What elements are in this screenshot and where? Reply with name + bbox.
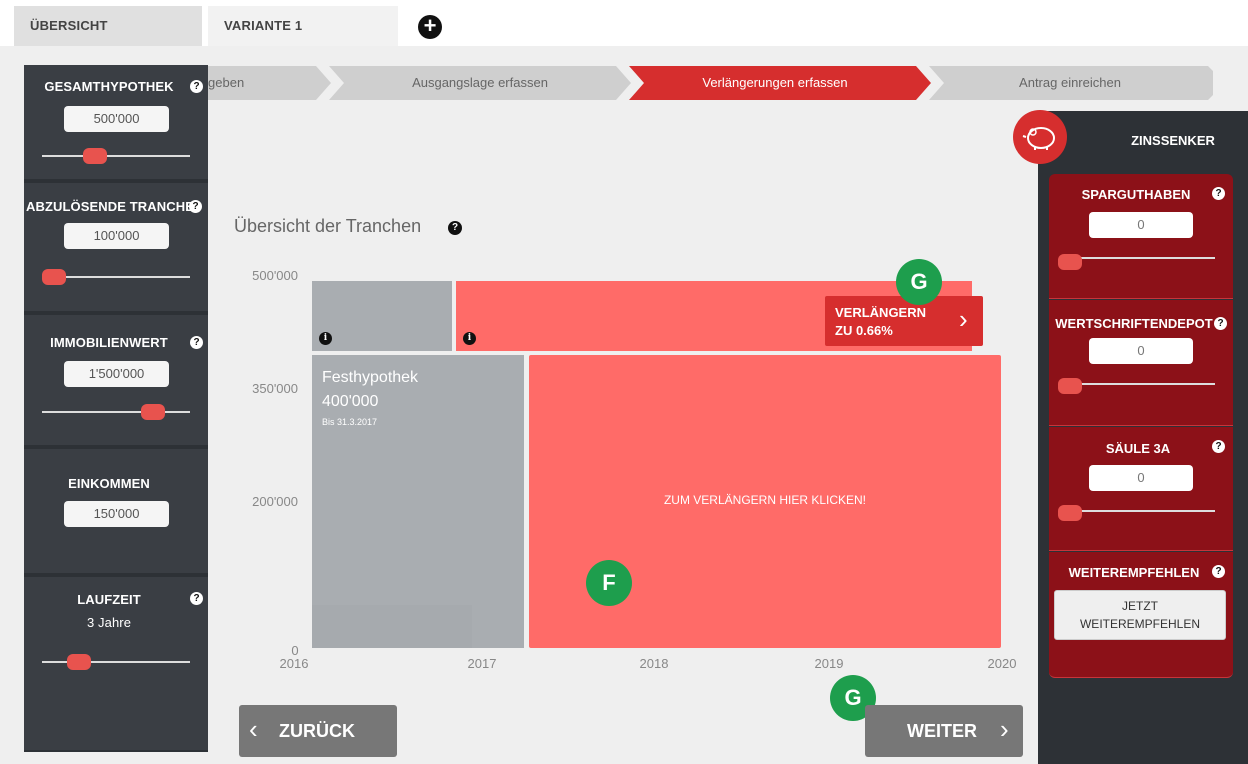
tranche-until: Bis 31.3.2017: [322, 417, 378, 427]
help-icon[interactable]: ?: [1212, 187, 1225, 200]
immobilienwert-box: IMMOBILIENWERT ? 1'500'000: [24, 315, 208, 445]
weiterempfehlen-box: WEITEREMPFEHLEN ? JETZT WEITEREMPFEHLEN: [1049, 552, 1233, 678]
chart-title: Übersicht der Tranchen: [234, 216, 422, 236]
abzuloesende-box: ABZULÖSENDE TRANCHE ? 100'000: [24, 183, 208, 311]
help-icon[interactable]: ?: [1212, 565, 1225, 578]
x-tick-label: 2019: [814, 656, 844, 671]
einkommen-label: EINKOMMEN: [68, 476, 150, 491]
laufzeit-slider-track[interactable]: [42, 661, 190, 663]
laufzeit-box: LAUFZEIT ? 3 Jahre: [24, 577, 208, 750]
saeule-slider-track[interactable]: [1063, 510, 1215, 512]
gesamthypothek-slider-handle[interactable]: [82, 148, 107, 164]
wertschriften-box: WERTSCHRIFTENDEPOT ? 0: [1049, 300, 1233, 426]
sparguthaben-box: SPARGUTHABEN ? 0: [1049, 174, 1233, 299]
sparguthaben-slider-handle[interactable]: [1058, 254, 1082, 270]
abzuloesende-slider-handle[interactable]: [42, 269, 66, 285]
laufzeit-slider-handle[interactable]: [66, 654, 91, 670]
x-tick-label: 2017: [467, 656, 497, 671]
gesamthypothek-slider-track[interactable]: [42, 155, 190, 157]
step-ausgangslage[interactable]: Ausgangslage erfassen: [345, 66, 615, 100]
immobilienwert-slider-track[interactable]: [42, 411, 190, 413]
help-icon[interactable]: ?: [1212, 440, 1225, 453]
help-icon[interactable]: ?: [190, 80, 203, 93]
wertschriften-input[interactable]: 0: [1089, 338, 1193, 364]
add-tab-icon[interactable]: +: [418, 15, 442, 39]
tranche-shade: [312, 605, 472, 648]
x-tick-label: 2016: [279, 656, 309, 671]
zinssenker-title: ZINSSENKER: [1131, 133, 1215, 148]
wertschriften-label: WERTSCHRIFTENDEPOT: [1055, 316, 1213, 331]
x-tick-label: 2018: [639, 656, 669, 671]
x-tick-label: 2020: [987, 656, 1017, 671]
tranche-fixed-small[interactable]: [312, 281, 452, 351]
step-antrag[interactable]: Antrag einreichen: [940, 66, 1200, 100]
chevron-right-icon: ›: [1000, 714, 1009, 744]
back-button[interactable]: ‹ ZURÜCK: [239, 705, 397, 757]
immobilienwert-slider-handle[interactable]: [141, 404, 166, 420]
sparguthaben-slider-track[interactable]: [1063, 257, 1215, 259]
chevron-right-icon: ›: [959, 304, 968, 334]
weiterempfehlen-button[interactable]: JETZT WEITEREMPFEHLEN: [1054, 590, 1226, 640]
marker-g: G: [896, 259, 942, 305]
immobilienwert-input[interactable]: 1'500'000: [64, 361, 169, 387]
help-icon[interactable]: ?: [190, 336, 203, 349]
sparguthaben-input[interactable]: 0: [1089, 212, 1193, 238]
einkommen-box: EINKOMMEN 150'000: [24, 449, 208, 573]
wertschriften-slider-handle[interactable]: [1058, 378, 1082, 394]
tab-bar: ÜBERSICHT VARIANTE 1 +: [0, 0, 1248, 46]
weiterempfehlen-button-line-2: WEITEREMPFEHLEN: [1079, 617, 1200, 631]
info-icon[interactable]: i: [463, 332, 476, 345]
marker-f: F: [586, 560, 632, 606]
weiterempfehlen-button-line-1: JETZT: [1122, 599, 1158, 613]
wertschriften-slider-track[interactable]: [1063, 383, 1215, 385]
laufzeit-label: LAUFZEIT: [77, 592, 141, 607]
saeule-box: SÄULE 3A ? 0: [1049, 427, 1233, 551]
laufzeit-value: 3 Jahre: [86, 615, 132, 630]
help-icon[interactable]: ?: [189, 200, 202, 213]
gesamthypothek-box: GESAMTHYPOTHEK ? 500'000: [24, 65, 208, 179]
tab-overview[interactable]: ÜBERSICHT: [14, 6, 202, 46]
click-to-extend-text: ZUM VERLÄNGERN HIER KLICKEN!: [663, 493, 867, 507]
gesamthypothek-label: GESAMTHYPOTHEK: [44, 79, 174, 94]
immobilienwert-label: IMMOBILIENWERT: [50, 335, 168, 350]
tranche-label: Festhypothek: [322, 369, 419, 386]
back-label: ZURÜCK: [279, 721, 355, 741]
next-label: WEITER: [907, 721, 977, 741]
weiterempfehlen-label: WEITEREMPFEHLEN: [1068, 565, 1200, 580]
step-verlaengerungen[interactable]: Verlängerungen erfassen: [640, 66, 910, 100]
extend-line-1: VERLÄNGERN: [835, 305, 927, 320]
next-button[interactable]: WEITER ›: [865, 705, 1023, 757]
saeule-label: SÄULE 3A: [1105, 441, 1171, 456]
help-icon[interactable]: ?: [190, 592, 203, 605]
left-panel: GESAMTHYPOTHEK ? 500'000 ABZULÖSENDE TRA…: [24, 65, 208, 752]
sparguthaben-label: SPARGUTHABEN: [1081, 187, 1191, 202]
einkommen-input[interactable]: 150'000: [64, 501, 169, 527]
gesamthypothek-input[interactable]: 500'000: [64, 106, 169, 132]
piggy-bank-icon: [1013, 110, 1067, 164]
info-icon[interactable]: i: [319, 332, 332, 345]
extend-button[interactable]: VERLÄNGERN ZU 0.66% ›: [825, 296, 983, 346]
saeule-slider-handle[interactable]: [1058, 505, 1082, 521]
tab-variante-1[interactable]: VARIANTE 1: [208, 6, 398, 46]
abzuloesende-label: ABZULÖSENDE TRANCHE: [26, 199, 195, 214]
tranche-amount: 400'000: [322, 393, 379, 410]
y-tick-label: 500'000: [252, 268, 298, 283]
help-icon[interactable]: ?: [1214, 317, 1227, 330]
abzuloesende-input[interactable]: 100'000: [64, 223, 169, 249]
saeule-input[interactable]: 0: [1089, 465, 1193, 491]
y-tick-label: 350'000: [252, 381, 298, 396]
y-tick-label: 200'000: [252, 494, 298, 509]
chevron-left-icon: ‹: [249, 714, 258, 744]
tranche-festhypothek[interactable]: Festhypothek 400'000 Bis 31.3.2017: [312, 355, 524, 648]
extend-line-2: ZU 0.66%: [835, 323, 893, 338]
chart-help-icon[interactable]: ?: [448, 221, 462, 235]
